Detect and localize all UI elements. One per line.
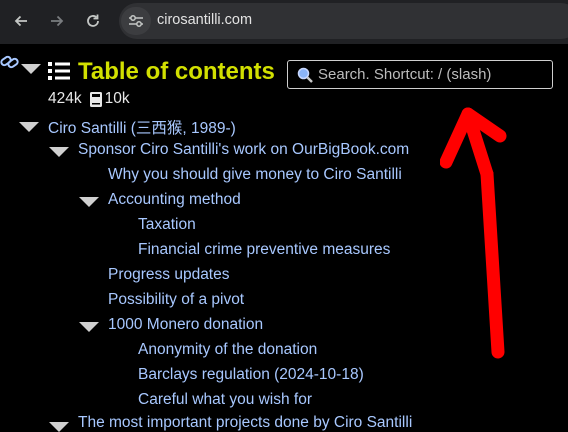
toc-item[interactable]: Possibility of a pivot (108, 291, 244, 309)
reload-button[interactable] (81, 9, 105, 33)
forward-icon (51, 15, 64, 27)
toc-toggle[interactable] (19, 122, 39, 132)
toc-toggle[interactable] (79, 322, 99, 332)
toc-item[interactable]: Progress updates (108, 266, 230, 284)
toc-toggle[interactable] (49, 422, 69, 432)
article-count: 10k (104, 90, 130, 107)
forward-button[interactable] (45, 9, 69, 33)
toc-item[interactable]: The most important projects done by Ciro… (78, 414, 412, 432)
reload-icon (87, 14, 99, 27)
toc-stats: 424k 10k (48, 90, 130, 108)
site-info-button[interactable] (121, 7, 151, 35)
toc-item[interactable]: Sponsor Ciro Santilli's work on OurBigBo… (78, 141, 409, 159)
toc-item[interactable]: Accounting method (108, 191, 241, 209)
toc-collapse-toggle[interactable] (21, 64, 41, 74)
address-url[interactable]: cirosantilli.com (157, 12, 252, 28)
toc-item[interactable]: Taxation (138, 216, 196, 234)
book-icon (89, 91, 102, 107)
site-info-icon (129, 15, 143, 27)
toc-toggle[interactable] (79, 197, 99, 207)
toc-toggle[interactable] (49, 147, 69, 157)
back-button[interactable] (9, 9, 33, 33)
toc-item[interactable]: Careful what you wish for (138, 391, 312, 409)
link-icon[interactable] (0, 54, 20, 70)
search-icon (297, 67, 313, 83)
toc-item[interactable]: 1000 Monero donation (108, 316, 263, 334)
toc-item[interactable]: Financial crime preventive measures (138, 241, 390, 259)
toc-item[interactable]: Anonymity of the donation (138, 341, 317, 359)
toc-item[interactable]: Barclays regulation (2024-10-18) (138, 366, 364, 384)
page-content: Table of contents 424k 10k Ciro Santilli… (0, 44, 568, 432)
toc-item[interactable]: Ciro Santilli (三西猴, 1989-) (48, 116, 236, 138)
list-icon (48, 62, 70, 80)
search-box[interactable] (287, 60, 553, 89)
toc-item[interactable]: Why you should give money to Ciro Santil… (108, 166, 402, 184)
word-count: 424k (48, 90, 82, 107)
back-icon (14, 15, 27, 27)
browser-toolbar: cirosantilli.com (0, 0, 568, 44)
toc-title: Table of contents (78, 58, 275, 85)
search-input[interactable] (318, 61, 546, 88)
annotation-arrow (440, 107, 507, 359)
